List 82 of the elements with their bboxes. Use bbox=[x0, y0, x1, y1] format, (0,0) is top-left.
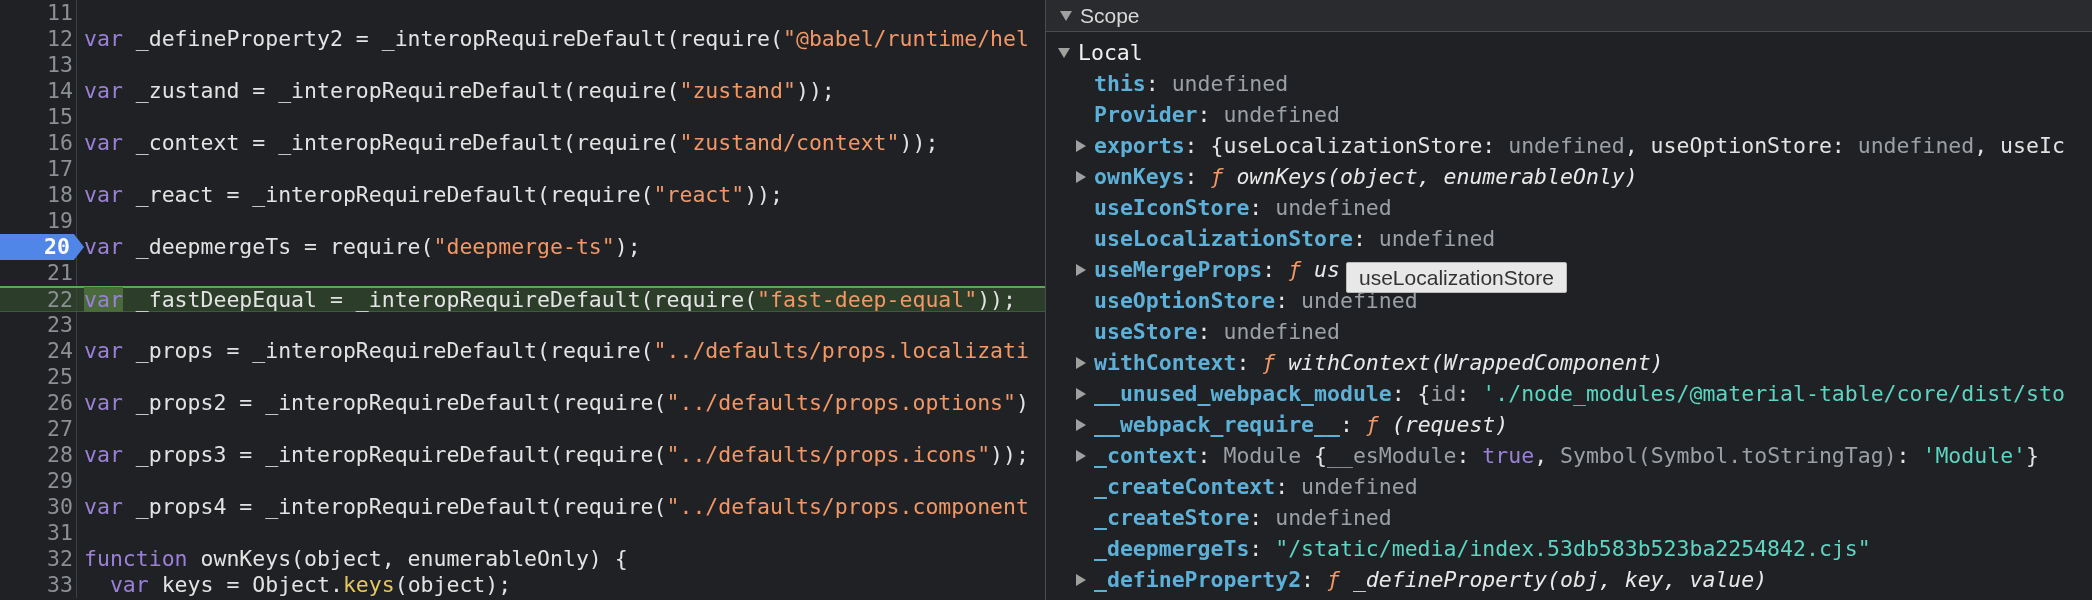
line-number[interactable]: 24 bbox=[47, 338, 76, 364]
code-line: var _react = _interopRequireDefault(require("react")); bbox=[83, 182, 783, 208]
disclosure-triangle-icon[interactable] bbox=[1060, 10, 1072, 21]
scope-value: : undefined bbox=[1275, 474, 1418, 499]
line-number[interactable]: 30 bbox=[47, 494, 76, 520]
line-number[interactable]: 28 bbox=[47, 442, 76, 468]
code-line: var keys = Object.keys(object); bbox=[108, 572, 512, 598]
line-number[interactable]: 22 bbox=[47, 286, 76, 313]
code-line: var _zustand = _interopRequireDefault(require("zustand")); bbox=[83, 78, 835, 104]
code-line: var _context = _interopRequireDefault(require("zustand/context")); bbox=[83, 130, 939, 156]
line-number[interactable]: 33 bbox=[47, 572, 76, 598]
tooltip: useLocalizationStore bbox=[1346, 262, 1567, 293]
code-line: var _defineProperty2 = _interopRequireDefault(require("@babel/runtime/hel bbox=[83, 26, 1029, 52]
expand-triangle-icon[interactable] bbox=[1076, 170, 1086, 183]
scope-value: : undefined bbox=[1249, 195, 1392, 220]
scope-value: : ƒ _defineProperty(obj, key, value) bbox=[1301, 567, 1768, 592]
line-number[interactable]: 27 bbox=[47, 416, 76, 442]
line-number[interactable]: 17 bbox=[47, 156, 76, 182]
line-number[interactable]: 13 bbox=[47, 52, 76, 78]
scope-value: : undefined bbox=[1145, 71, 1289, 96]
scope-value: : ƒ (request) bbox=[1339, 412, 1509, 437]
expand-triangle-icon[interactable] bbox=[1076, 387, 1086, 400]
scope-key: ownKeys bbox=[1094, 164, 1185, 189]
expand-triangle-icon[interactable] bbox=[1076, 139, 1086, 152]
scope-value: : ƒ ownKeys(object, enumerableOnly) bbox=[1184, 164, 1638, 189]
line-number[interactable]: 12 bbox=[47, 26, 76, 52]
scope-value: : Module {__esModule: true, Symbol(Symbol.toStringTag): 'Module'} bbox=[1197, 443, 2039, 468]
section-title: Scope bbox=[1080, 3, 1140, 28]
scope-key: useMergeProps bbox=[1094, 257, 1263, 282]
line-number[interactable]: 18 bbox=[47, 182, 76, 208]
scope-value: : ƒ us bbox=[1262, 257, 1340, 282]
scope-key: __unused_webpack_module bbox=[1094, 381, 1392, 406]
scope-header[interactable]: Scope bbox=[1046, 0, 2092, 32]
expand-triangle-icon[interactable] bbox=[1076, 418, 1086, 431]
code-line: var _props3 = _interopRequireDefault(require("../defaults/props.icons")); bbox=[83, 442, 1029, 468]
line-number[interactable]: 16 bbox=[47, 130, 76, 156]
scope-value: : undefined bbox=[1249, 505, 1392, 530]
expand-triangle-icon[interactable] bbox=[1076, 449, 1086, 462]
code-line: var _deepmergeTs = require("deepmerge-ts"); bbox=[83, 234, 641, 260]
scope-key: __webpack_require__ bbox=[1094, 412, 1340, 437]
line-number[interactable]: 26 bbox=[47, 390, 76, 416]
scope-key: useStore bbox=[1094, 319, 1198, 344]
scope-key: _createContext bbox=[1094, 474, 1276, 499]
code-line: var _props4 = _interopRequireDefault(require("../defaults/props.component bbox=[83, 494, 1029, 520]
scope-key: _createStore bbox=[1094, 505, 1250, 530]
scope-key: Provider bbox=[1094, 102, 1198, 127]
line-number[interactable]: 15 bbox=[47, 104, 76, 130]
scope-key: exports bbox=[1094, 133, 1185, 158]
scope-value: : ƒ withContext(WrappedComponent) bbox=[1236, 350, 1664, 375]
scope-value: : undefined bbox=[1352, 226, 1496, 251]
code-line: var _props2 = _interopRequireDefault(require("../defaults/props.options") bbox=[83, 390, 1029, 416]
line-number[interactable]: 32 bbox=[47, 546, 76, 572]
scope-key: _defineProperty2 bbox=[1094, 567, 1302, 592]
scope-key: _deepmergeTs bbox=[1094, 536, 1250, 561]
line-number[interactable]: 29 bbox=[47, 468, 76, 494]
expand-triangle-icon[interactable] bbox=[1076, 356, 1086, 369]
expand-triangle-icon[interactable] bbox=[1076, 573, 1086, 586]
line-number[interactable]: 31 bbox=[47, 520, 76, 546]
scope-key: useLocalizationStore bbox=[1094, 226, 1353, 251]
scope-value: : {id: './node_modules/@material-table/core/dist/sto bbox=[1391, 381, 2065, 406]
expand-triangle-icon[interactable] bbox=[1076, 263, 1086, 276]
scope-value: : "/static/media/index.53db583b523ba2254842.cjs" bbox=[1249, 536, 1871, 561]
scope-key: this bbox=[1094, 71, 1146, 96]
scope-value: : undefined bbox=[1197, 319, 1340, 344]
line-number[interactable]: 25 bbox=[47, 364, 76, 390]
scope-key: useOptionStore bbox=[1094, 288, 1276, 313]
code-line: var _fastDeepEqual = _interopRequireDefault(require("fast-deep-equal")); bbox=[83, 286, 1016, 313]
line-number[interactable]: 21 bbox=[47, 260, 76, 286]
code-line: var _props = _interopRequireDefault(require("../defaults/props.localizati bbox=[83, 338, 1029, 364]
scope-key: withContext bbox=[1094, 350, 1237, 375]
line-number[interactable]: 14 bbox=[47, 78, 76, 104]
scope-key: _context bbox=[1094, 443, 1198, 468]
line-number[interactable]: 23 bbox=[47, 312, 76, 338]
scope-value: : undefined bbox=[1197, 102, 1340, 127]
scope-group-name[interactable]: Local bbox=[1078, 40, 1143, 65]
scope-value: : {useLocalizationStore: undefined, useOptionStore: undefined, useIc bbox=[1184, 133, 2065, 158]
line-number[interactable]: 19 bbox=[47, 208, 76, 234]
disclosure-triangle-icon[interactable] bbox=[1058, 47, 1070, 58]
line-number[interactable]: 11 bbox=[47, 0, 76, 26]
line-number[interactable]: 20 bbox=[0, 234, 84, 260]
code-line: function ownKeys(object, enumerableOnly) { bbox=[83, 546, 628, 572]
scope-key: useIconStore bbox=[1094, 195, 1250, 220]
